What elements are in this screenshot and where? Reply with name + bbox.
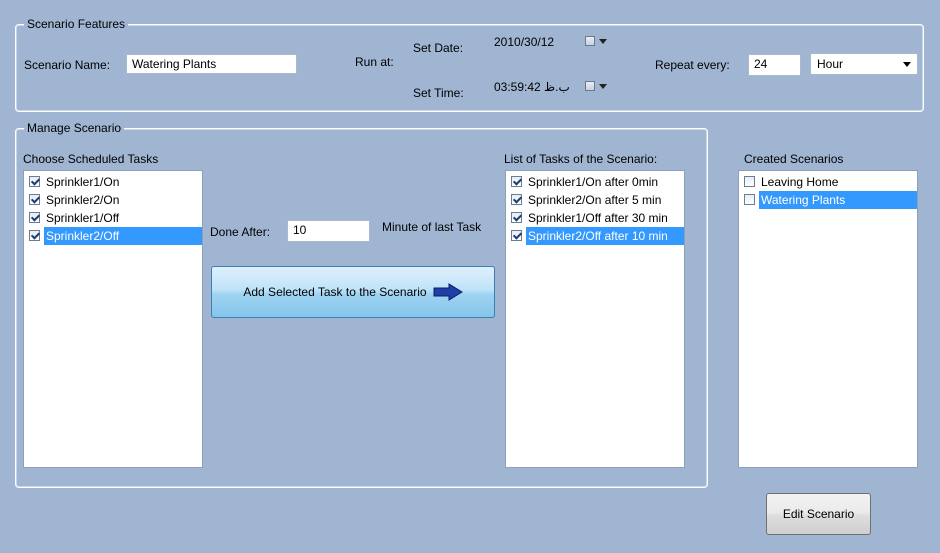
done-after-label: Done After: — [210, 225, 271, 239]
date-value: 2010/30/12 — [494, 35, 555, 49]
checkbox[interactable] — [29, 194, 40, 205]
manage-scenario-legend: Manage Scenario — [24, 121, 125, 135]
time-value: 03:59:42 ب.ظ — [494, 80, 570, 94]
add-selected-task-label: Add Selected Task to the Scenario — [243, 285, 427, 299]
created-scenarios-label: Created Scenarios — [744, 152, 844, 166]
calendar-icon — [585, 81, 595, 91]
checkbox[interactable] — [511, 194, 522, 205]
chevron-down-icon — [599, 39, 607, 44]
list-item[interactable]: Sprinkler2/On after 5 min — [508, 191, 682, 209]
scenario-features-legend: Scenario Features — [24, 17, 129, 31]
list-item[interactable]: Sprinkler1/On — [26, 173, 200, 191]
list-item[interactable]: Sprinkler1/Off after 30 min — [508, 209, 682, 227]
repeat-unit-value: Hour — [817, 57, 844, 71]
list-item[interactable]: Sprinkler1/Off — [26, 209, 200, 227]
scenario-name-input[interactable]: Watering Plants — [126, 54, 297, 74]
date-picker[interactable]: 2010/30/12 — [490, 32, 615, 54]
repeat-interval-input[interactable]: 24 — [748, 54, 801, 76]
set-time-label: Set Time: — [413, 86, 464, 100]
time-dropdown-button[interactable] — [585, 80, 611, 94]
done-after-input[interactable]: 10 — [287, 220, 370, 242]
checkbox[interactable] — [744, 176, 755, 187]
checkbox[interactable] — [29, 176, 40, 187]
repeat-every-label: Repeat every: — [655, 58, 730, 72]
edit-scenario-label: Edit Scenario — [782, 507, 855, 521]
chevron-down-icon — [903, 62, 911, 67]
arrow-right-icon — [433, 283, 463, 301]
add-selected-task-button[interactable]: Add Selected Task to the Scenario — [211, 266, 495, 318]
checkbox[interactable] — [511, 230, 522, 241]
checkbox[interactable] — [511, 176, 522, 187]
calendar-icon — [585, 36, 595, 46]
list-item[interactable]: Sprinkler2/On — [26, 191, 200, 209]
scenario-tasks-label: List of Tasks of the Scenario: — [504, 152, 658, 166]
checkbox[interactable] — [744, 194, 755, 205]
list-item[interactable]: Sprinkler2/Off — [26, 227, 202, 245]
choose-tasks-label: Choose Scheduled Tasks — [23, 152, 159, 166]
list-item[interactable]: Sprinkler2/Off after 10 min — [508, 227, 684, 245]
scheduled-tasks-list[interactable]: Sprinkler1/On Sprinkler2/On Sprinkler1/O… — [23, 170, 203, 468]
checkbox[interactable] — [29, 230, 40, 241]
run-at-label: Run at: — [355, 55, 394, 69]
time-picker[interactable]: 03:59:42 ب.ظ — [490, 77, 615, 99]
minute-of-last-task-label: Minute of last Task — [382, 220, 482, 234]
created-scenarios-list[interactable]: Leaving Home Watering Plants — [738, 170, 918, 468]
checkbox[interactable] — [29, 212, 40, 223]
scenario-name-label: Scenario Name: — [24, 58, 111, 72]
edit-scenario-button[interactable]: Edit Scenario — [766, 493, 871, 535]
scenario-tasks-list[interactable]: Sprinkler1/On after 0min Sprinkler2/On a… — [505, 170, 685, 468]
set-date-label: Set Date: — [413, 41, 464, 55]
list-item[interactable]: Watering Plants — [741, 191, 917, 209]
chevron-down-icon — [599, 84, 607, 89]
list-item[interactable]: Leaving Home — [741, 173, 915, 191]
calendar-dropdown-button[interactable] — [585, 35, 611, 49]
list-item[interactable]: Sprinkler1/On after 0min — [508, 173, 682, 191]
repeat-unit-select[interactable]: Hour — [810, 53, 918, 75]
checkbox[interactable] — [511, 212, 522, 223]
